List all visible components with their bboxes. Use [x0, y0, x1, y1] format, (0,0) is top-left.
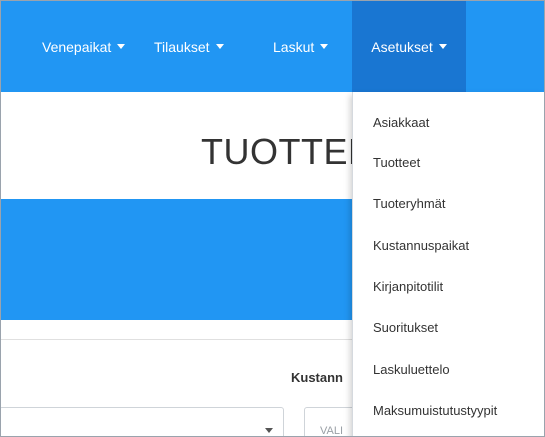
- caret-down-icon: [438, 44, 447, 49]
- caret-down-icon: [320, 44, 329, 49]
- nav-asetukset[interactable]: Asetukset: [352, 1, 466, 92]
- asetukset-dropdown-menu: Asiakkaat Tuotteet Tuoteryhmät Kustannus…: [352, 92, 544, 436]
- nav-venepaikat[interactable]: Venepaikat: [42, 1, 126, 92]
- chevron-down-icon: [265, 428, 273, 433]
- app-window: Venepaikat Tilaukset Laskut Asetukset TU…: [0, 0, 545, 437]
- menu-item-tuotteet[interactable]: Tuotteet: [373, 155, 420, 170]
- nav-tilaukset[interactable]: Tilaukset: [154, 1, 224, 92]
- menu-item-asiakkaat[interactable]: Asiakkaat: [373, 115, 429, 130]
- caret-down-icon: [215, 44, 224, 49]
- menu-item-suoritukset[interactable]: Suoritukset: [373, 320, 438, 335]
- top-navbar: Venepaikat Tilaukset Laskut Asetukset: [1, 1, 544, 92]
- nav-label: Venepaikat: [42, 38, 112, 55]
- caret-down-icon: [117, 44, 126, 49]
- menu-item-tuoteryhmat[interactable]: Tuoteryhmät: [373, 196, 446, 211]
- menu-item-maksumuistutustyypit[interactable]: Maksumuistutustyypit: [373, 403, 497, 418]
- menu-item-kustannuspaikat[interactable]: Kustannuspaikat: [373, 238, 469, 253]
- filter-select[interactable]: [1, 407, 284, 436]
- menu-item-laskuluettelo[interactable]: Laskuluettelo: [373, 362, 450, 377]
- cost-center-filter-label: Kustann: [291, 370, 343, 385]
- menu-item-kirjanpitotilit[interactable]: Kirjanpitotilit: [373, 279, 443, 294]
- nav-label: Asetukset: [371, 38, 433, 55]
- select-placeholder: VALI: [320, 425, 344, 437]
- nav-laskut[interactable]: Laskut: [273, 1, 329, 92]
- nav-label: Laskut: [273, 38, 315, 55]
- nav-label: Tilaukset: [154, 38, 210, 55]
